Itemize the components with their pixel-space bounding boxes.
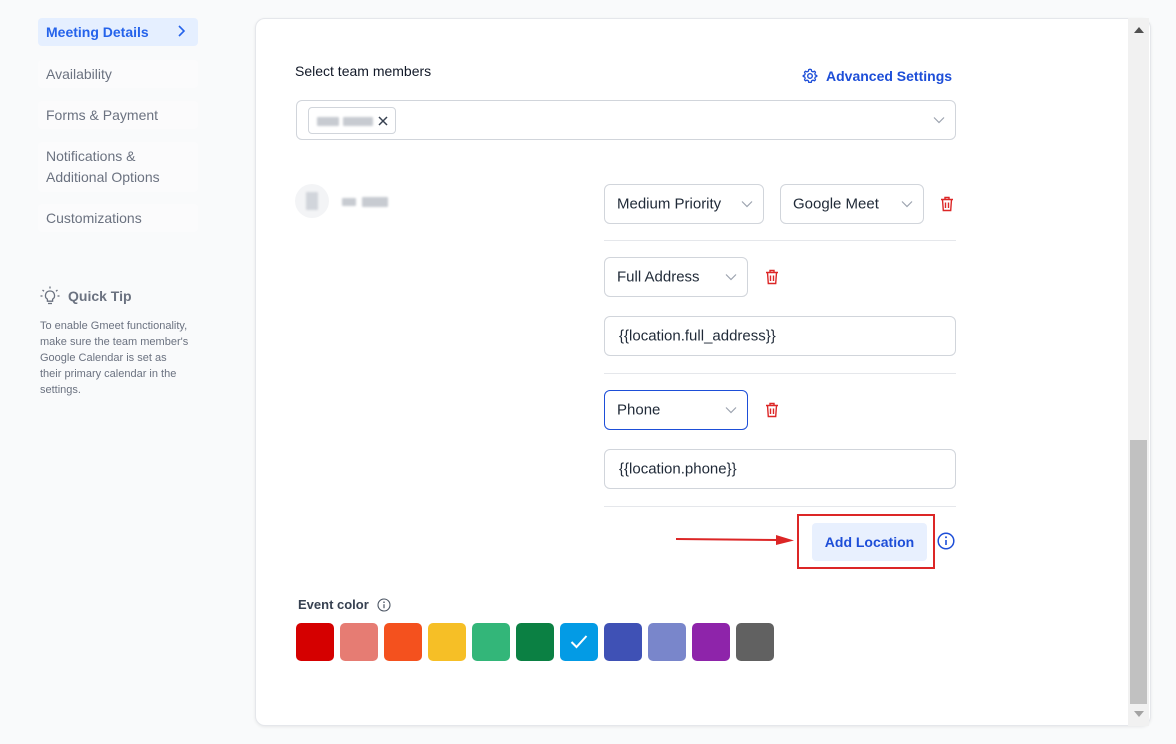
avatar [295,184,329,218]
color-swatch[interactable] [648,623,686,661]
color-swatch[interactable] [296,623,334,661]
divider [604,373,956,374]
redacted-member-name [342,198,356,206]
chevron-down-icon [725,274,737,281]
color-swatch[interactable] [692,623,730,661]
chevron-down-icon [901,201,913,208]
location-type-value: Phone [617,401,661,419]
location-value-text: {{location.phone}} [619,460,737,478]
check-icon [570,635,588,649]
team-member-chip [308,107,396,134]
sidebar-item-label: Forms & Payment [46,107,159,123]
chevron-down-icon [741,201,753,208]
annotation-arrow [675,535,794,545]
event-color-label: Event color [298,597,369,612]
scrollbar-thumb[interactable] [1130,440,1147,704]
chevron-right-icon [178,25,186,37]
location-type-value: Full Address [617,268,700,286]
quick-tip-title: Quick Tip [68,288,132,304]
location-type-select[interactable]: Phone [604,390,748,430]
advanced-settings-label: Advanced Settings [826,68,953,84]
sidebar-item-availability[interactable]: Availability [38,60,198,88]
team-members-select[interactable] [296,100,956,140]
meeting-details-card: Select team members Advanced Settings Me… [255,18,1151,726]
quick-tip: Quick Tip To enable Gmeet functionality,… [40,286,190,398]
close-icon[interactable] [377,115,389,127]
color-swatch[interactable] [516,623,554,661]
scroll-down-arrow-icon[interactable] [1134,711,1144,717]
trash-icon[interactable] [765,402,779,418]
trash-icon[interactable] [765,269,779,285]
quick-tip-body: To enable Gmeet functionality, make sure… [40,320,189,396]
meeting-type-select[interactable]: Google Meet [780,184,924,224]
location-value-input[interactable]: {{location.phone}} [604,449,956,489]
location-value-text: {{location.full_address}} [619,327,776,345]
meeting-type-select-value: Google Meet [793,195,879,213]
quick-tip-header: Quick Tip [40,286,190,306]
sidebar-item-label: Customizations [46,210,142,226]
redacted-name [317,117,339,126]
lightbulb-icon [40,286,60,305]
add-location-button[interactable]: Add Location [812,523,927,561]
color-swatch[interactable] [736,623,774,661]
sidebar-item-label: Availability [46,66,112,82]
divider [604,240,956,241]
info-icon[interactable] [377,597,391,612]
team-members-label: Select team members [295,63,432,79]
advanced-settings-link[interactable]: Advanced Settings [802,68,952,84]
scroll-up-arrow-icon[interactable] [1134,27,1144,33]
priority-select-value: Medium Priority [617,195,722,213]
sidebar-item-notifications[interactable]: Notifications & Additional Options [38,142,198,192]
color-swatch[interactable] [560,623,598,661]
color-swatches [296,623,780,661]
location-type-select[interactable]: Full Address [604,257,748,297]
color-swatch[interactable] [384,623,422,661]
sidebar-item-customizations[interactable]: Customizations [38,204,198,232]
color-swatch[interactable] [340,623,378,661]
gear-icon [802,68,818,84]
info-icon[interactable] [937,532,955,550]
priority-select[interactable]: Medium Priority [604,184,764,224]
redacted-name [343,117,373,126]
trash-icon[interactable] [940,196,954,212]
redacted-avatar [306,192,318,210]
chevron-down-icon [933,117,945,124]
event-color-label-row: Event color [298,597,391,612]
redacted-member-name [362,197,388,207]
location-value-input[interactable]: {{location.full_address}} [604,316,956,356]
sidebar-item-label: Meeting Details [46,24,149,40]
chevron-down-icon [725,407,737,414]
scrollbar[interactable] [1128,18,1149,726]
sidebar-item-label: Notifications & Additional Options [46,148,160,185]
color-swatch[interactable] [428,623,466,661]
sidebar-item-meeting-details[interactable]: Meeting Details [38,18,198,46]
color-swatch[interactable] [472,623,510,661]
divider [604,506,956,507]
color-swatch[interactable] [604,623,642,661]
sidebar-item-forms-payment[interactable]: Forms & Payment [38,101,198,129]
